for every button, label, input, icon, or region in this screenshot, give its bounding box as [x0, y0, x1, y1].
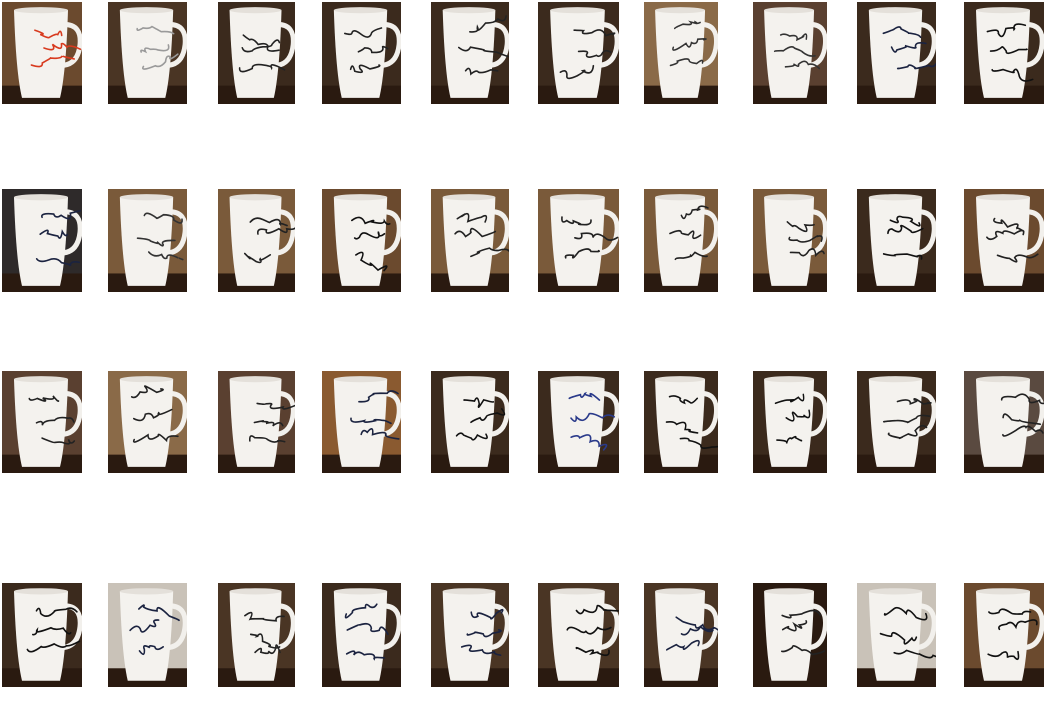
mug-body [550, 10, 605, 98]
signed-mug-photo [538, 189, 619, 292]
mug-photo-grid [0, 0, 1046, 715]
mug-body [550, 379, 605, 467]
signed-mug-photo [753, 2, 827, 104]
mug-body [14, 197, 68, 286]
signed-mug-photo [218, 371, 295, 473]
mug-body [976, 591, 1030, 681]
signed-mug-photo [322, 583, 401, 687]
signed-mug-photo [2, 371, 82, 473]
mug-body [333, 379, 388, 467]
mug-body [14, 591, 68, 681]
signed-mug-photo [2, 583, 82, 687]
mug-body [868, 10, 923, 98]
signed-mug-photo [644, 371, 718, 473]
mug-body [333, 10, 388, 98]
mug-body [229, 197, 282, 286]
signed-mug-photo [857, 371, 936, 473]
signed-mug-photo [2, 189, 82, 292]
signed-mug-photo [857, 2, 936, 104]
mug-body [868, 197, 923, 286]
mug-body [868, 591, 923, 681]
mug-body [333, 197, 388, 286]
mug-body [655, 591, 706, 681]
signed-mug-photo [108, 2, 187, 104]
mug-body [976, 379, 1030, 467]
signed-mug-photo [218, 583, 295, 687]
signed-mug-photo [322, 2, 401, 104]
signed-mug-photo [108, 583, 187, 687]
mug-body [868, 379, 923, 467]
signed-mug-photo [538, 371, 619, 473]
signed-mug-photo [431, 583, 509, 687]
mug-body [229, 10, 282, 98]
mug-body [764, 379, 815, 467]
mug-body [976, 10, 1030, 98]
signed-mug-photo [644, 583, 718, 687]
signed-mug-photo [753, 583, 827, 687]
mug-body [119, 591, 174, 681]
signed-mug-photo [431, 189, 509, 292]
mug-body [14, 379, 68, 467]
signed-mug-photo [538, 583, 619, 687]
signed-mug-photo [644, 189, 718, 292]
signed-mug-photo [218, 2, 295, 104]
signed-mug-photo [644, 2, 718, 104]
signed-mug-photo [108, 371, 187, 473]
signed-mug-photo [964, 583, 1044, 687]
mug-body [976, 197, 1030, 286]
signed-mug-photo [431, 2, 509, 104]
signed-mug-photo [218, 189, 295, 292]
mug-body [550, 197, 605, 286]
signed-mug-photo [108, 189, 187, 292]
signed-mug-photo [857, 583, 936, 687]
signed-mug-photo [964, 371, 1044, 473]
signed-mug-photo [964, 2, 1044, 104]
signed-mug-photo [538, 2, 619, 104]
mug-body [764, 591, 815, 681]
mug-body [14, 10, 68, 98]
mug-body [550, 591, 605, 681]
signed-mug-photo [857, 189, 936, 292]
mug-body [442, 197, 496, 286]
signed-mug-photo [322, 189, 401, 292]
signed-mug-photo [753, 189, 827, 292]
signed-mug-photo [964, 189, 1044, 292]
signed-mug-photo [2, 2, 82, 104]
signed-mug-photo [431, 371, 509, 473]
signed-mug-photo [322, 371, 401, 473]
mug-body [442, 379, 496, 467]
signed-mug-photo [753, 371, 827, 473]
mug-body [333, 591, 388, 681]
mug-body [229, 591, 282, 681]
mug-body [119, 10, 174, 98]
